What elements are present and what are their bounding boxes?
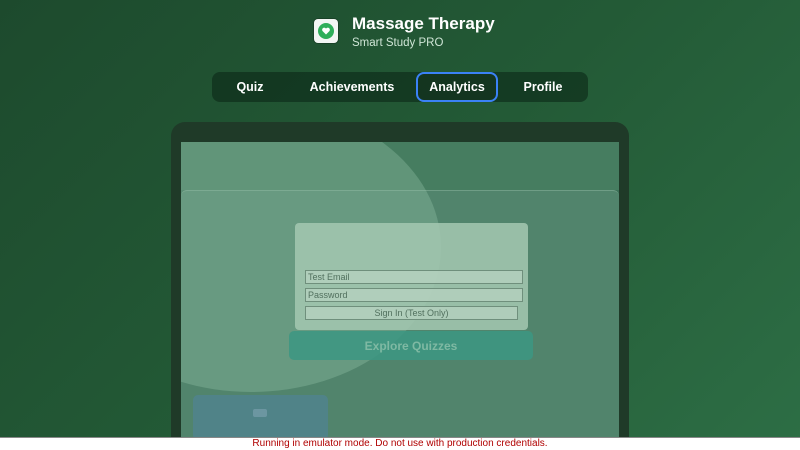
- password-field[interactable]: [305, 288, 523, 302]
- explore-quizzes-button[interactable]: Explore Quizzes: [289, 331, 533, 360]
- email-field[interactable]: [305, 270, 523, 284]
- app-logo: [314, 19, 338, 43]
- tab-achievements[interactable]: Achievements: [288, 72, 416, 102]
- app-header: Massage Therapy Smart Study PRO: [314, 14, 495, 51]
- app-subtitle: Smart Study PRO: [352, 37, 444, 49]
- preview-card[interactable]: [193, 395, 328, 440]
- main-nav: Quiz Achievements Analytics Profile: [212, 72, 588, 102]
- heart-hands-icon: [318, 23, 334, 39]
- tab-quiz[interactable]: Quiz: [212, 72, 288, 102]
- tab-profile[interactable]: Profile: [498, 72, 588, 102]
- signin-button[interactable]: Sign In (Test Only): [305, 306, 518, 320]
- emulator-warning-banner: Running in emulator mode. Do not use wit…: [0, 437, 800, 450]
- login-form: Sign In (Test Only): [295, 223, 528, 330]
- tab-analytics[interactable]: Analytics: [416, 72, 498, 102]
- card-icon: [253, 409, 267, 417]
- app-title: Massage Therapy: [352, 14, 495, 33]
